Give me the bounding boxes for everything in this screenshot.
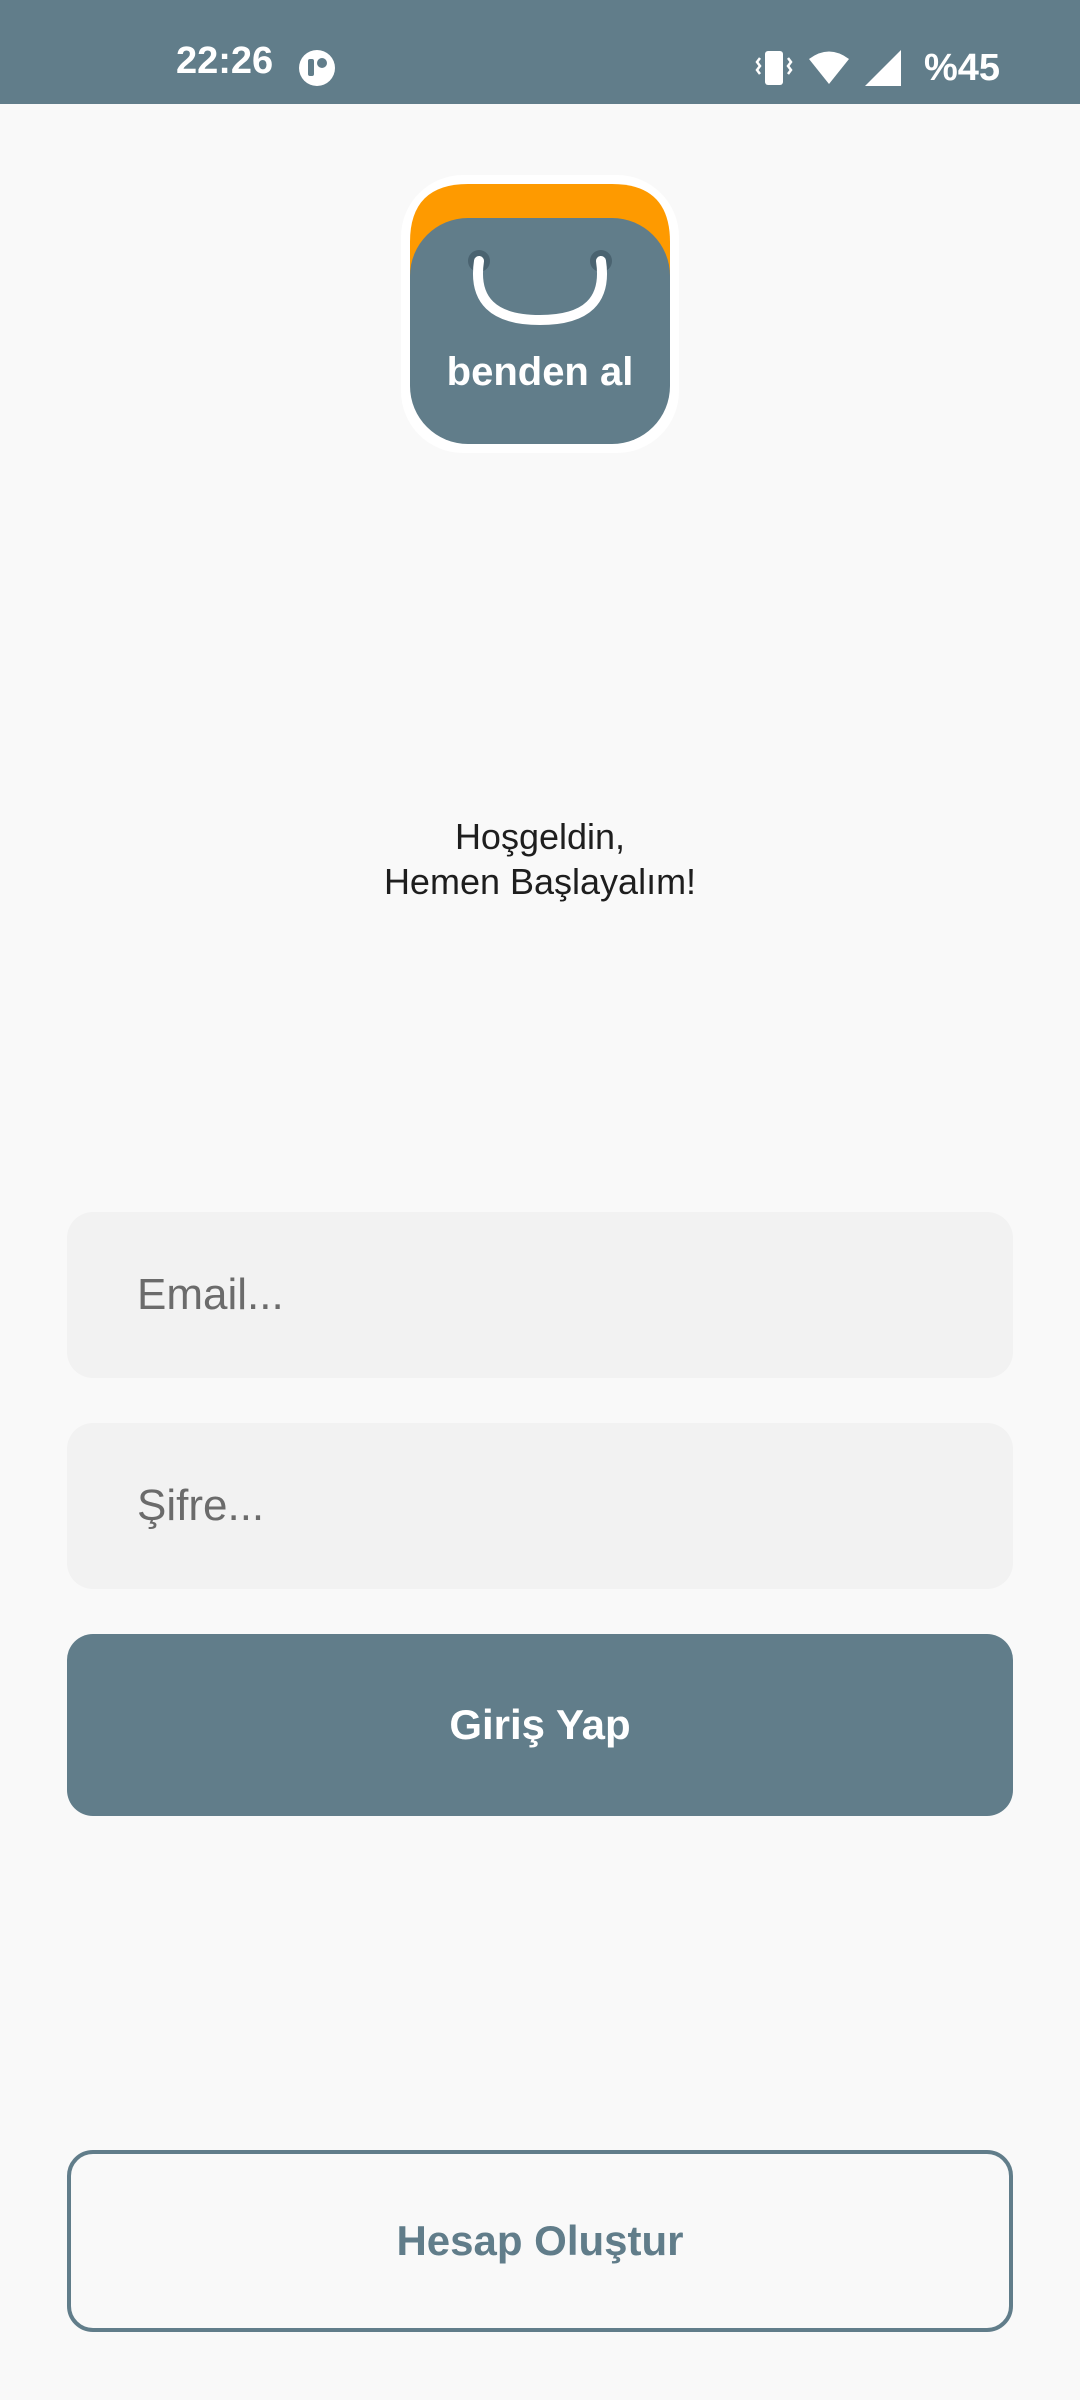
login-button[interactable]: Giriş Yap xyxy=(67,1634,1013,1816)
email-input[interactable] xyxy=(135,1211,1013,1379)
logo-text: benden al xyxy=(447,350,634,394)
wifi-icon xyxy=(808,50,850,86)
create-account-label: Hesap Oluştur xyxy=(396,2217,684,2264)
status-bar: 22:26 %45 xyxy=(0,0,1080,104)
password-field[interactable] xyxy=(67,1422,1013,1590)
battery-percentage: %45 xyxy=(923,47,1000,89)
password-input[interactable] xyxy=(135,1422,1013,1590)
create-account-button[interactable]: Hesap Oluştur xyxy=(67,2150,1013,2332)
app-notification-icon xyxy=(298,49,336,87)
welcome-line-1: Hoşgeldin, xyxy=(454,816,626,857)
vibrate-icon xyxy=(754,49,794,87)
email-field[interactable] xyxy=(67,1211,1013,1379)
login-button-label: Giriş Yap xyxy=(449,1701,631,1748)
welcome-message: Hoşgeldin, Hemen Başlayalım! xyxy=(0,814,1080,904)
welcome-line-2: Hemen Başlayalım! xyxy=(383,861,697,902)
app-logo: benden al xyxy=(400,174,680,454)
status-icons: %45 xyxy=(754,46,1000,90)
status-time: 22:26 xyxy=(176,40,274,82)
cell-signal-icon xyxy=(864,49,902,87)
